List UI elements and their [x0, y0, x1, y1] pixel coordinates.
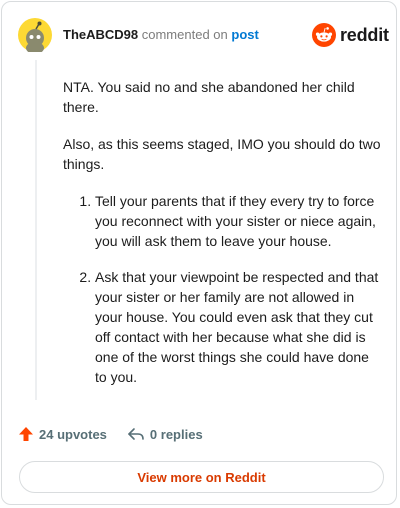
reply-count: 0 replies: [149, 426, 203, 442]
comment-paragraph: NTA. You said no and she abandoned her c…: [63, 79, 355, 115]
reply-button[interactable]: 0 replies: [127, 426, 203, 442]
reddit-logo-icon: [312, 23, 336, 47]
reddit-wordmark: reddit: [340, 24, 389, 45]
upvote-count: 24 upvotes: [39, 426, 107, 442]
commented-on-label: commented on: [141, 27, 228, 42]
comment-paragraph: Also, as this seems staged, IMO you shou…: [63, 136, 381, 172]
comment-list-item: Tell your parents that if they every try…: [95, 191, 381, 251]
reply-arrow-icon: [128, 428, 144, 440]
comment-header: TheABCD98 commented on post: [63, 27, 259, 43]
post-link[interactable]: post: [231, 27, 258, 42]
comment-list-item: Ask that your viewpoint be respected and…: [95, 267, 381, 387]
upvote-arrow-icon: [19, 427, 33, 441]
username-link[interactable]: TheABCD98: [63, 27, 138, 42]
user-avatar-icon[interactable]: [18, 18, 52, 54]
comment-actions: 24 upvotes 0 replies: [18, 426, 223, 442]
comment-card: TheABCD98 commented on post reddit NTA. …: [1, 1, 397, 505]
reddit-logo[interactable]: reddit: [312, 23, 389, 47]
upvote-button[interactable]: 24 upvotes: [18, 426, 107, 442]
view-more-button[interactable]: View more on Reddit: [19, 461, 384, 493]
thread-line: [35, 60, 37, 400]
comment-body: NTA. You said no and she abandoned her c…: [63, 77, 381, 403]
comment-list: Tell your parents that if they every try…: [63, 191, 381, 387]
